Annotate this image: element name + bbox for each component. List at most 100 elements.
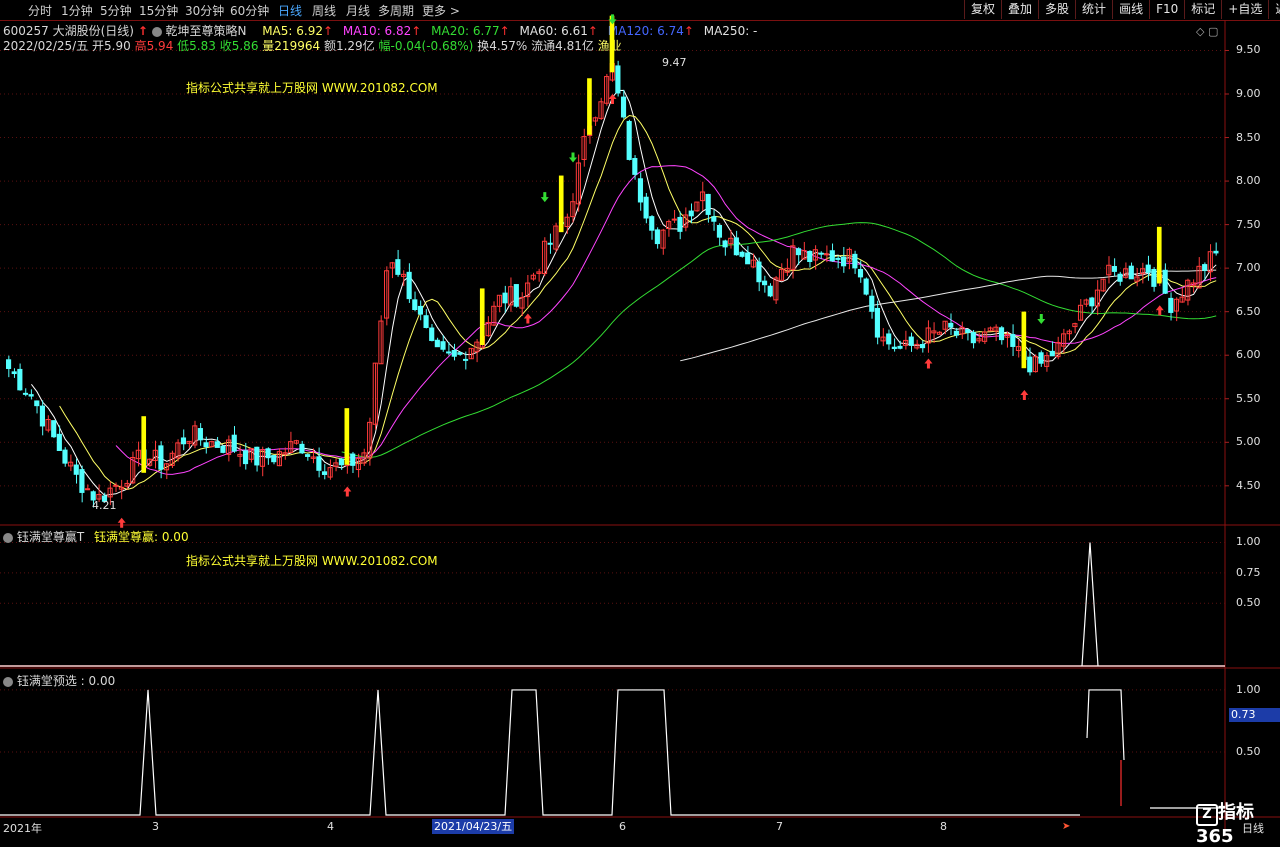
buy-arrow-icon xyxy=(523,313,532,324)
panel3-header: 钰满堂预选 : 0.00 xyxy=(3,672,115,689)
candle-body xyxy=(919,344,926,349)
price-tick-label: 8.50 xyxy=(1236,130,1261,144)
price-tick-label: 9.00 xyxy=(1236,87,1261,100)
candle-body xyxy=(513,284,519,307)
collapse-icon[interactable] xyxy=(3,532,13,543)
panel2-title[interactable]: 钰满堂尊赢T xyxy=(17,530,84,544)
x-axis-month: 6 xyxy=(619,820,626,833)
candle-body xyxy=(412,299,418,311)
ma20-line xyxy=(115,165,1217,475)
candle-body xyxy=(1168,297,1174,313)
low-annotation: 4.21 xyxy=(92,499,117,512)
signal-bar xyxy=(558,175,564,233)
candle-body xyxy=(180,437,187,445)
candle-body xyxy=(835,257,841,260)
ma5-line xyxy=(31,89,1217,496)
candle-body xyxy=(852,253,858,269)
buy-arrow-icon xyxy=(608,94,617,105)
collapse-icon[interactable] xyxy=(3,676,13,687)
scroll-arrow-icon[interactable]: ➤ xyxy=(1062,821,1070,832)
candle-body xyxy=(457,352,463,355)
candle-body xyxy=(321,471,328,475)
candle-body xyxy=(1049,350,1055,357)
ma10-line xyxy=(59,114,1217,491)
buy-arrow-icon xyxy=(117,517,126,528)
candle-body xyxy=(654,229,660,245)
candle-body xyxy=(203,442,209,448)
candle-body xyxy=(34,400,40,407)
candle-body xyxy=(423,315,429,328)
candle-body xyxy=(649,216,655,231)
candle-body xyxy=(637,178,644,203)
candle-body xyxy=(265,448,271,459)
candle-body xyxy=(857,269,864,278)
candle-body xyxy=(197,428,203,441)
x-axis-month: 4 xyxy=(327,820,334,833)
candle-body xyxy=(722,240,728,248)
candle-body xyxy=(350,453,356,466)
candle-body xyxy=(632,158,638,175)
chart-canvas[interactable] xyxy=(0,0,1280,836)
sell-arrow-icon xyxy=(569,152,578,163)
candle-body xyxy=(1162,269,1168,294)
candle-body xyxy=(745,252,751,265)
indicator-tick-label: 1.00 xyxy=(1236,535,1261,549)
candle-body xyxy=(446,351,452,354)
watermark-main: 指标公式共享就上万股网 WWW.201082.COM xyxy=(186,81,438,95)
candle-body xyxy=(863,278,869,295)
candle-body xyxy=(11,371,17,375)
signal-bar xyxy=(1021,311,1027,369)
candle-body xyxy=(395,259,401,275)
candle-body xyxy=(17,368,23,391)
cursor-value-label: 0.73 xyxy=(1229,708,1280,722)
indicator-tick-label: 0.50 xyxy=(1236,744,1261,758)
candle-body xyxy=(316,456,322,471)
candle-body xyxy=(305,454,311,457)
panel2-header: 钰满堂尊赢T 钰满堂尊赢: 0.00 xyxy=(3,528,189,545)
panel3-title[interactable]: 钰满堂预选 : 0.00 xyxy=(17,674,115,688)
candle-body xyxy=(417,305,423,315)
signal-bar xyxy=(587,78,592,135)
candle-body xyxy=(818,252,824,255)
signal-bar xyxy=(344,408,350,465)
indicator-tick-label: 1.00 xyxy=(1236,682,1261,696)
candle-body xyxy=(1027,356,1033,373)
price-tick-label: 8.00 xyxy=(1236,174,1261,188)
candle-body xyxy=(953,330,959,336)
indicator-tick-label: 0.50 xyxy=(1236,596,1261,610)
candle-body xyxy=(716,224,723,238)
candle-body xyxy=(39,405,45,427)
candle-body xyxy=(626,120,632,160)
price-tick-label: 7.00 xyxy=(1236,261,1261,275)
candle-body xyxy=(299,443,305,454)
candle-body xyxy=(869,295,875,312)
candle-body xyxy=(948,322,954,328)
candle-body xyxy=(79,469,85,493)
candle-body xyxy=(807,250,813,263)
candle-body xyxy=(547,242,553,245)
candle-body xyxy=(220,445,226,453)
candle-body xyxy=(1089,297,1095,307)
candle-body xyxy=(271,455,277,463)
sell-arrow-icon xyxy=(1037,314,1046,325)
candle-body xyxy=(51,420,57,438)
candle-body xyxy=(970,331,976,344)
panel2-value: 钰满堂尊赢: 0.00 xyxy=(94,530,189,544)
candle-body xyxy=(733,237,739,256)
price-tick-label: 6.00 xyxy=(1236,348,1261,362)
candle-body xyxy=(73,464,79,475)
candle-body xyxy=(886,333,892,345)
candle-body xyxy=(620,96,627,118)
candle-body xyxy=(1111,266,1117,272)
candle-body xyxy=(1038,352,1044,364)
candle-body xyxy=(1151,269,1157,287)
candle-body xyxy=(6,359,12,369)
signal-bar xyxy=(609,15,615,73)
period-label: 日线 xyxy=(1242,822,1264,835)
candle-body xyxy=(767,285,773,297)
candle-body xyxy=(113,484,119,487)
cursor-date-label: 2021/04/23/五 xyxy=(432,819,515,834)
candle-body xyxy=(434,339,440,348)
candle-body xyxy=(677,216,683,232)
candle-body xyxy=(338,458,345,466)
